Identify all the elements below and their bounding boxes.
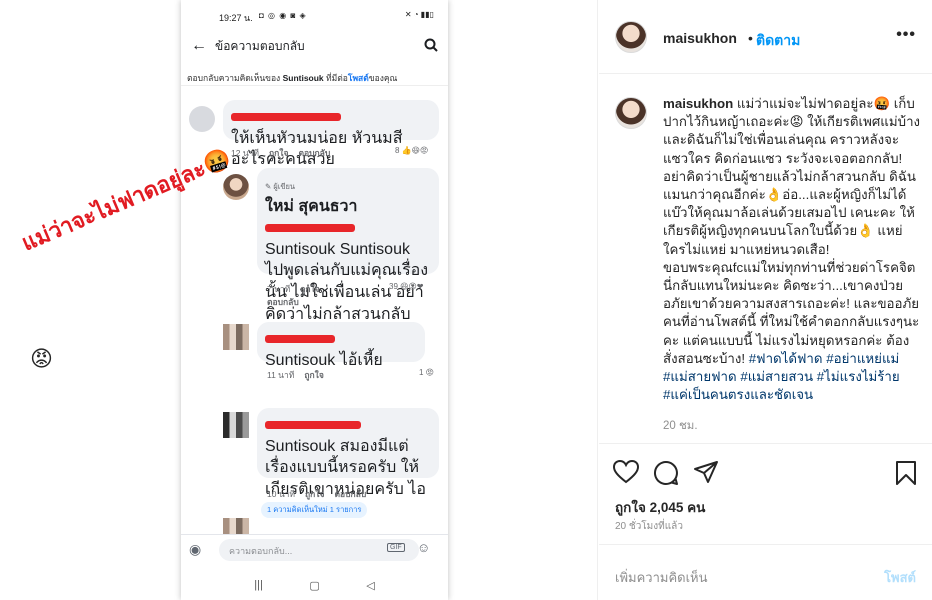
author-badge-label: ผู้เขียน — [273, 182, 295, 191]
avatar[interactable] — [615, 21, 647, 53]
avatar[interactable] — [615, 97, 647, 129]
author-badge: ✎ ผู้เขียน — [265, 182, 295, 191]
caption-text: แม่ว่าแม่จะไม่ฟาดอยู่ละ🤬 เก็บปากไว้กินหญ… — [663, 96, 921, 366]
reaction-count: 1 😡 — [419, 368, 435, 377]
status-bar: 19:27 น. ◘ ◎ ◉ ◙ ◈ ✕ ◔ ▮▮▯ — [181, 0, 448, 32]
comment-meta: 12 นาที ถูกใจ ตอบกลับ — [231, 146, 330, 160]
post-button[interactable]: โพสต์ — [884, 567, 916, 588]
comment-time: 7 นาที — [267, 284, 291, 294]
reply-link: ตอบกลับ — [334, 489, 367, 499]
reply-link: ตอบกลับ — [267, 297, 299, 307]
post-panel: maisukhon • ติดตาม ••• maisukhon แม่ว่าแ… — [599, 0, 932, 600]
post-image: 19:27 น. ◘ ◎ ◉ ◙ ◈ ✕ ◔ ▮▮▯ ← ข้อความตอบก… — [0, 0, 598, 600]
comment-meta: 7 นาที ถูกใจ — [267, 282, 320, 296]
android-nav-bar: ||| ▢ ◁ — [181, 570, 448, 600]
comment-time: 10 นาที — [267, 489, 296, 499]
commenter-avatar — [189, 106, 215, 132]
redaction-mark — [231, 113, 341, 121]
comment-meta: 11 นาที ถูกใจ — [267, 368, 324, 382]
posted-time: 20 ชั่วโมงที่แล้ว — [615, 521, 683, 532]
back-triangle-icon: ◁ — [366, 579, 375, 592]
status-icons-left: ◘ ◎ ◉ ◙ ◈ — [259, 11, 307, 20]
home-icon: ▢ — [309, 579, 320, 592]
redaction-mark — [265, 224, 355, 233]
comment-time: 11 นาที — [267, 370, 295, 380]
new-comments-tag: 1 ความคิดเห็นใหม่ 1 รายการ — [261, 502, 368, 518]
author-avatar — [223, 174, 249, 200]
status-icons-right: ✕ ◔ ▮▮▯ — [404, 10, 434, 19]
reaction-number: 1 — [419, 368, 424, 377]
subhead-prefix: ตอบกลับความคิดเห็นของ — [187, 73, 281, 83]
subhead-link: โพสต์ — [347, 73, 369, 83]
fb-comment-composer: ◉ ความตอบกลับ... GIF ☺ — [181, 534, 448, 564]
status-time: 19:27 น. — [219, 13, 253, 23]
like-link: ถูกใจ — [269, 148, 289, 158]
comment-input[interactable]: เพิ่มความคิดเห็น — [615, 567, 708, 588]
reply-subhead: ตอบกลับความคิดเห็นของ Suntisouk ที่มีต่อ… — [181, 70, 448, 86]
share-icon[interactable] — [693, 460, 719, 489]
add-comment-bar: เพิ่มความคิดเห็น โพสต์ — [599, 544, 932, 600]
post-header: maisukhon • ติดตาม ••• — [599, 0, 932, 74]
subhead-name: Suntisouk — [282, 73, 324, 83]
follow-button[interactable]: ติดตาม — [756, 30, 800, 52]
like-link: ถูกใจ — [304, 370, 324, 380]
caption-section: maisukhon แม่ว่าแม่จะไม่ฟาดอยู่ละ🤬 เก็บป… — [599, 75, 932, 444]
separator-dot: • — [748, 30, 753, 46]
comment-meta: ตอบกลับ — [267, 295, 299, 309]
subhead-mid: ที่มีต่อ — [326, 73, 348, 83]
phone-screenshot: 19:27 น. ◘ ◎ ◉ ◙ ◈ ✕ ◔ ▮▮▯ ← ข้อความตอบก… — [181, 0, 448, 600]
reaction-number: 8 — [395, 146, 400, 155]
fb-header-title: ข้อความตอบกลับ — [215, 38, 305, 53]
reaction-count: 8 👍😆😡 — [395, 146, 429, 155]
like-link: ถูกใจ — [300, 284, 320, 294]
commenter-avatar — [223, 412, 249, 438]
comment-meta: 10 นาที ถูกใจ ตอบกลับ — [267, 487, 366, 501]
comment-icon[interactable] — [653, 460, 679, 491]
comment-author: ใหม่ สุคนธวา — [265, 197, 358, 215]
reply-link: ตอบกลับ — [298, 148, 331, 158]
action-bar — [599, 456, 932, 492]
camera-icon: ◉ — [189, 541, 202, 557]
comment-bubble: Suntisouk สมองมีแต่เรื่องแบบนี้หรอครับ ใ… — [257, 408, 439, 519]
comment-bubble: ✎ ผู้เขียน ใหม่ สุคนธวา Suntisouk Suntis… — [257, 168, 439, 366]
reaction-count: 39 😆😡❤ — [389, 282, 424, 291]
heart-icon[interactable] — [612, 459, 640, 489]
back-arrow-icon: ← — [191, 37, 207, 54]
redaction-mark — [265, 335, 335, 343]
fb-header: ← ข้อความตอบกลับ — [181, 32, 448, 60]
emoji-icon: ☺ — [417, 540, 431, 555]
reaction-number: 39 — [389, 282, 398, 291]
more-options-icon[interactable]: ••• — [896, 26, 916, 44]
gif-icon: GIF — [387, 543, 405, 552]
comment-time: 12 นาที — [231, 148, 260, 158]
comment-text: Suntisouk ไอ้เหี้ย — [265, 351, 383, 369]
bookmark-icon[interactable] — [895, 460, 917, 491]
commenter-avatar — [223, 324, 249, 350]
subhead-suffix: ของคุณ — [368, 73, 398, 83]
angry-face-icon: 😡 — [30, 346, 53, 371]
comment-bubble: Suntisouk ไอ้เหี้ย — [257, 322, 425, 369]
commenter-avatar — [223, 518, 249, 534]
like-link: ถูกใจ — [305, 489, 325, 499]
caption: maisukhon แม่ว่าแม่จะไม่ฟาดอยู่ละ🤬 เก็บป… — [663, 95, 923, 404]
comment-bubble: ให้เห็นหัวนมน่อย หัวนมสีอะไรคะคนสวย — [223, 100, 439, 168]
recents-icon: ||| — [254, 579, 263, 591]
redaction-mark — [265, 421, 361, 429]
username-link[interactable]: maisukhon — [663, 30, 737, 46]
likes-count[interactable]: ถูกใจ 2,045 คน — [615, 496, 705, 518]
caption-username[interactable]: maisukhon — [663, 96, 733, 111]
search-icon — [424, 38, 438, 55]
caption-time: 20 ชม. — [663, 420, 698, 432]
